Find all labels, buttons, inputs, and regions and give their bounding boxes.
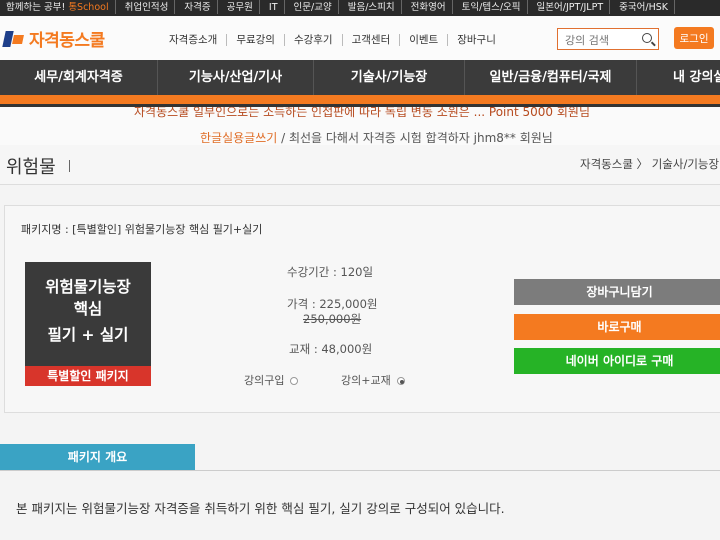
search-box bbox=[557, 28, 659, 51]
topbar-link-chinese[interactable]: 중국어/HSK bbox=[613, 0, 675, 14]
notice-line-2: 한글실용글쓰기 / 최선을 다해서 자격증 시험 합격하자 jhm8** 회원님 bbox=[200, 129, 553, 145]
notice-line-2-text: / 최선을 다해서 자격증 시험 합격하자 jhm8** 회원님 bbox=[277, 131, 553, 145]
page-title-bar: 위험물 자격동스쿨 〉 기술사/기능장 bbox=[0, 145, 720, 185]
rolling-notice: 자격동스쿨 일부인으로는 소득하는 인접판에 따라 독립 변동 소원은 ... … bbox=[0, 107, 720, 145]
logo-text: 자격동스쿨 bbox=[29, 31, 105, 51]
notice-line-1: 자격동스쿨 일부인으로는 소득하는 인접판에 따라 독립 변동 소원은 ... … bbox=[134, 107, 590, 119]
main-nav-general-finance[interactable]: 일반/금융/컴퓨터/국제 bbox=[465, 60, 637, 95]
topbar-slogan-text: 함께하는 공부! bbox=[6, 2, 66, 13]
search-input[interactable] bbox=[558, 30, 628, 51]
login-button[interactable]: 로그인 bbox=[674, 27, 714, 49]
main-nav-my-classroom[interactable]: 내 강의실 bbox=[637, 60, 720, 95]
header-nav-reviews[interactable]: 수강후기 bbox=[284, 34, 343, 46]
add-to-cart-button[interactable]: 장바구니담기 bbox=[514, 279, 720, 305]
topbar-school-link[interactable]: 통School bbox=[68, 2, 108, 14]
topbar-link-speech[interactable]: 발음/스피치 bbox=[342, 0, 402, 14]
option-lecture-book-label: 강의+교재 bbox=[341, 374, 391, 387]
topbar-link-humanities[interactable]: 인문/교양 bbox=[288, 0, 339, 14]
tab-underline bbox=[0, 470, 720, 471]
page-title: 위험물 bbox=[6, 157, 56, 178]
radio-selected-icon[interactable] bbox=[396, 377, 405, 385]
naver-buy-button[interactable]: 네이버 아이디로 구매 bbox=[514, 348, 720, 374]
header-nav-support[interactable]: 고객센터 bbox=[342, 34, 401, 46]
package-thumbnail: 위험물기능장 핵심 필기 + 실기 특별할인 패키지 bbox=[25, 262, 151, 386]
nav-accent-bar bbox=[0, 95, 720, 104]
main-nav-tax-accounting[interactable]: 세무/회계자격증 bbox=[0, 60, 158, 95]
buy-now-button[interactable]: 바로구매 bbox=[514, 314, 720, 340]
header-nav-event[interactable]: 이벤트 bbox=[400, 34, 449, 46]
radio-unselected-icon[interactable] bbox=[290, 377, 299, 385]
package-description: 본 패키지는 위험물기능장 자격증을 취득하기 위한 핵심 필기, 실기 강의로… bbox=[16, 501, 505, 516]
tab-package-overview[interactable]: 패키지 개요 bbox=[0, 444, 195, 470]
main-nav: 세무/회계자격증 기능사/산업/기사 기술사/기능장 일반/금융/컴퓨터/국제 … bbox=[0, 60, 720, 95]
thumb-title-line-3: 필기 + 실기 bbox=[47, 326, 129, 344]
logo-mark-icon bbox=[2, 29, 24, 49]
breadcrumb[interactable]: 자격동스쿨 〉 기술사/기능장 bbox=[580, 156, 719, 172]
period-text: 수강기간 : 120일 bbox=[287, 265, 374, 279]
thumb-discount-tag: 특별할인 패키지 bbox=[25, 366, 151, 386]
topbar-link-japanese[interactable]: 일본어/JPT/JLPT bbox=[531, 0, 611, 14]
header-nav-cart[interactable]: 장바구니 bbox=[448, 34, 505, 46]
header-nav: 자격증소개 무료강의 수강후기 고객센터 이벤트 장바구니 bbox=[160, 32, 505, 47]
topbar-link-phone-english[interactable]: 전화영어 bbox=[405, 0, 453, 14]
site-header: 자격동스쿨 자격증소개무료강의수강후기고객센터이벤트장바구니 로그인 bbox=[0, 16, 720, 60]
package-name: 패키지명 : [특별할인] 위험물기능장 핵심 필기+실기 bbox=[21, 223, 263, 236]
notice-course-name: 한글실용글쓰기 bbox=[200, 131, 278, 145]
option-lecture-label: 강의구입 bbox=[244, 374, 285, 387]
topbar-link-civil[interactable]: 공무원 bbox=[221, 0, 260, 14]
main-nav-craftsman[interactable]: 기능사/산업/기사 bbox=[158, 60, 314, 95]
original-price: 250,000원 bbox=[303, 312, 362, 326]
topbar-slogan[interactable]: 함께하는 공부! 통School bbox=[0, 0, 116, 14]
header-nav-free-lecture[interactable]: 무료강의 bbox=[227, 34, 285, 46]
option-lecture-book-radio[interactable]: 강의+교재 bbox=[341, 372, 405, 388]
topbar-link-job[interactable]: 취업인적성 bbox=[119, 0, 176, 14]
search-icon[interactable] bbox=[642, 33, 652, 43]
top-utility-bar: 함께하는 공부! 통School 취업인적성 자격증 공무원 IT 인문/교양 … bbox=[0, 0, 720, 16]
main-nav-engineer[interactable]: 기술사/기능장 bbox=[314, 60, 465, 95]
thumb-title-line-1: 위험물기능장 bbox=[45, 278, 131, 296]
textbook-price: 교재 : 48,000원 bbox=[289, 342, 373, 356]
thumb-title-line-2: 핵심 bbox=[73, 300, 103, 318]
header-nav-cert-intro[interactable]: 자격증소개 bbox=[160, 34, 228, 46]
topbar-link-it[interactable]: IT bbox=[263, 0, 285, 14]
topbar-link-cert[interactable]: 자격증 bbox=[178, 0, 218, 14]
topbar-link-toeic[interactable]: 토익/텝스/오픽 bbox=[456, 0, 528, 14]
site-logo[interactable]: 자격동스쿨 bbox=[2, 26, 105, 51]
option-lecture-radio[interactable]: 강의구입 bbox=[244, 372, 299, 388]
price-text: 가격 : 225,000원 bbox=[287, 297, 378, 311]
package-panel: 패키지명 : [특별할인] 위험물기능장 핵심 필기+실기 위험물기능장 핵심 … bbox=[4, 205, 720, 413]
title-divider bbox=[69, 160, 70, 172]
